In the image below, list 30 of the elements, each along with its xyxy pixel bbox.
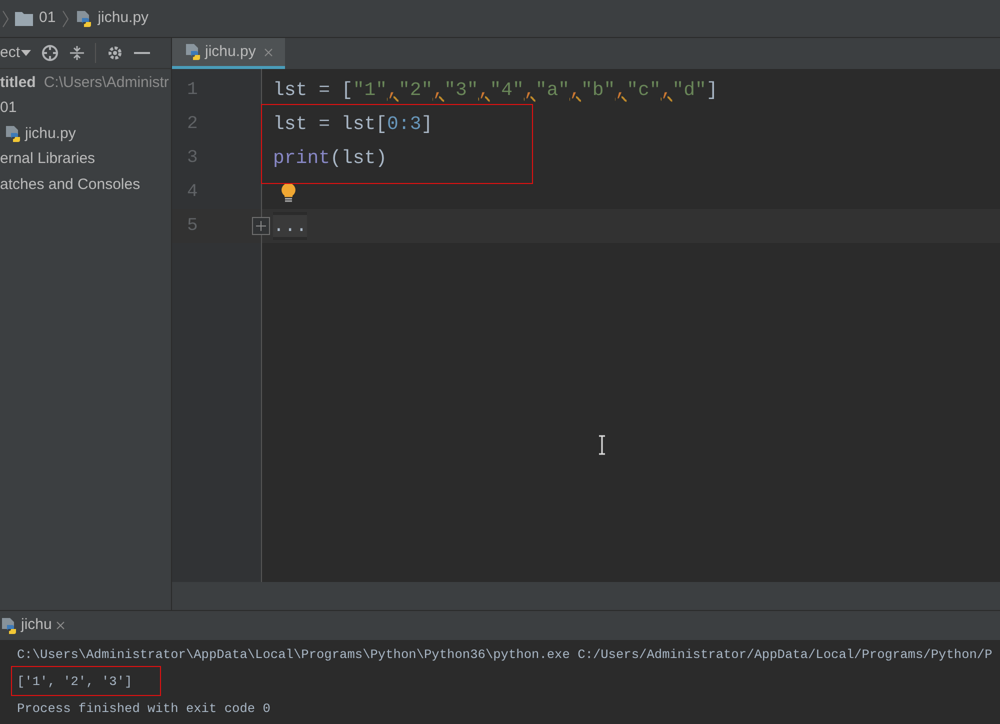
crosshair-icon[interactable]	[41, 44, 60, 62]
close-icon[interactable]	[56, 621, 65, 630]
lightbulb-icon[interactable]	[281, 182, 296, 202]
tree-item[interactable]: 01	[0, 97, 17, 120]
settings-icon[interactable]	[106, 44, 124, 62]
python-file-icon	[4, 124, 21, 143]
project-view-dropdown[interactable]: ect	[0, 42, 32, 64]
chevron-icon	[62, 10, 69, 28]
caret-icon	[21, 50, 32, 56]
text-cursor-icon	[598, 435, 606, 455]
tree-item[interactable]: ernal Libraries	[0, 148, 96, 170]
editor-tab[interactable]: jichu.py	[172, 38, 285, 69]
console-line: Process finished with exit code 0	[17, 700, 270, 718]
breadcrumb-item[interactable]: jichu.py	[98, 7, 149, 30]
python-file-icon	[184, 43, 201, 61]
console-line: ['1', '2', '3']	[17, 672, 132, 690]
tree-item[interactable]: atches and Consoles	[0, 174, 140, 196]
python-file-icon	[0, 616, 17, 634]
tree-item[interactable]: titled	[0, 72, 36, 94]
minimize-icon[interactable]	[134, 51, 150, 55]
project-path: C:\Users\Administr	[44, 72, 169, 92]
tree-item[interactable]: jichu.py	[25, 122, 76, 145]
chevron-icon	[2, 10, 9, 28]
run-tab[interactable]: jichu	[0, 611, 73, 640]
console-line: C:\Users\Administrator\AppData\Local\Programs\Python\Python36\python.exe C:/Users/Administrator/AppData/Local/Programs/Python/P	[17, 646, 992, 664]
expand-icon[interactable]	[252, 217, 270, 235]
python-file-icon	[74, 10, 92, 28]
folder-icon	[15, 11, 33, 26]
collapse-icon[interactable]	[69, 44, 86, 62]
breadcrumb-item[interactable]: 01	[39, 7, 56, 30]
